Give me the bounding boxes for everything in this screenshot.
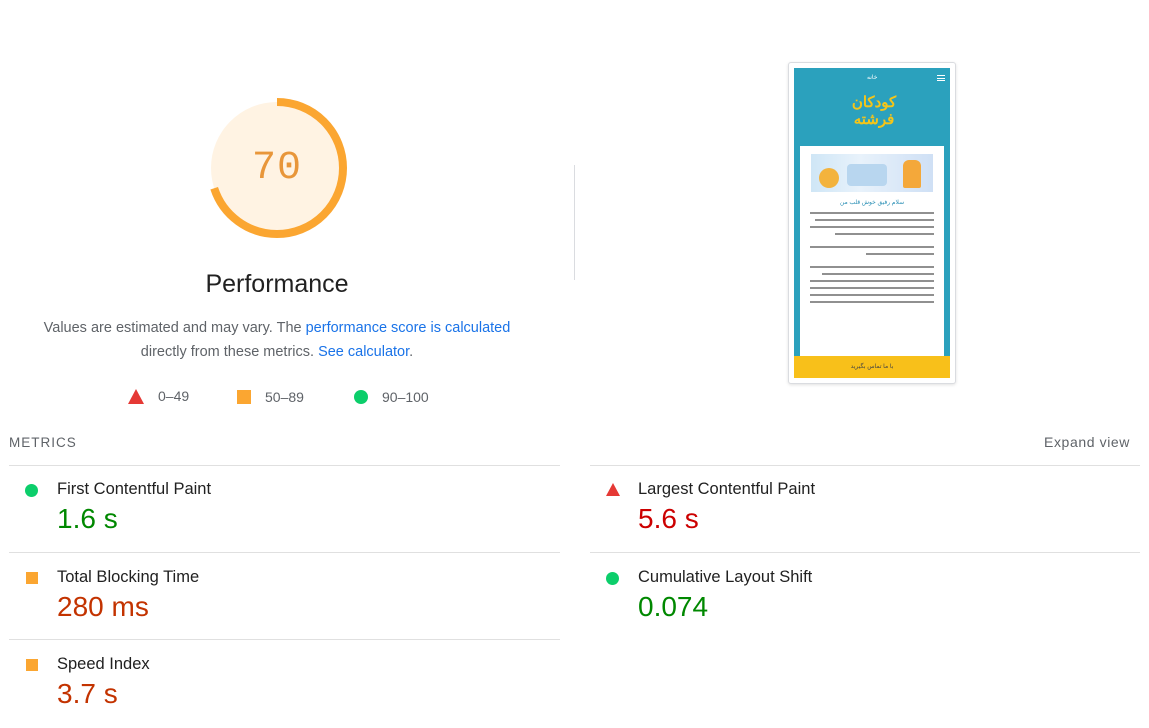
- pass-circle-icon: [606, 572, 619, 585]
- screenshot-home-link: خانه: [867, 75, 878, 81]
- metric-largest-contentful-paint: Largest Contentful Paint 5.6 s: [590, 473, 1130, 553]
- description-text: Values are estimated and may vary. The: [43, 320, 306, 336]
- screenshot-topbar: خانه: [794, 74, 950, 84]
- metric-value: 3.7 s: [57, 678, 118, 709]
- metric-label: Speed Index: [57, 655, 150, 673]
- screenshot-text-lines: [810, 212, 934, 308]
- legend-label: 50–89: [265, 389, 304, 405]
- metrics-divider: [9, 639, 560, 640]
- performance-score: 70: [251, 145, 302, 191]
- fail-triangle-icon: [606, 483, 620, 496]
- see-calculator-link[interactable]: See calculator: [318, 344, 409, 360]
- expand-view-toggle[interactable]: Expand view: [1044, 434, 1130, 450]
- metric-label: Largest Contentful Paint: [638, 480, 816, 498]
- description-text-2: directly from these metrics.: [140, 344, 319, 360]
- metric-cumulative-layout-shift: Cumulative Layout Shift 0.074: [590, 561, 1130, 641]
- metric-value: 0.074: [638, 591, 709, 622]
- average-square-icon: [26, 572, 38, 584]
- description-period: .: [409, 344, 414, 360]
- legend-item-pass: 90–100: [354, 389, 429, 405]
- triangle-icon: [128, 388, 144, 404]
- screenshot-card: سلام رفیق خوش قلب من: [800, 146, 944, 356]
- screenshot-logo: کودکان فرشته: [851, 93, 897, 128]
- vertical-divider: [574, 165, 575, 280]
- performance-gauge: 70: [205, 96, 349, 240]
- metric-label: Cumulative Layout Shift: [638, 568, 813, 586]
- square-icon: [237, 390, 251, 404]
- screenshot-page: خانه کودکان فرشته سلام رفیق خوش قلب من ب…: [794, 68, 950, 378]
- performance-description: Values are estimated and may vary. The p…: [40, 316, 514, 364]
- metric-value: 1.6 s: [57, 503, 118, 534]
- metrics-header: METRICS: [9, 435, 77, 450]
- metric-speed-index: Speed Index 3.7 s: [9, 648, 549, 728]
- metrics-divider: [590, 552, 1140, 553]
- performance-score-link[interactable]: performance score is calculated: [306, 320, 511, 336]
- pass-circle-icon: [25, 484, 38, 497]
- metric-label: Total Blocking Time: [57, 568, 200, 586]
- metric-value: 280 ms: [57, 591, 149, 622]
- final-screenshot[interactable]: خانه کودکان فرشته سلام رفیق خوش قلب من ب…: [788, 62, 956, 384]
- metrics-divider: [9, 465, 560, 466]
- score-legend: 0–49 50–89 90–100: [0, 388, 554, 408]
- metric-label: First Contentful Paint: [57, 480, 212, 498]
- legend-item-fail: 0–49: [128, 388, 189, 404]
- legend-label: 0–49: [158, 388, 190, 404]
- average-square-icon: [26, 659, 38, 671]
- hamburger-menu-icon: [937, 75, 945, 83]
- metric-total-blocking-time: Total Blocking Time 280 ms: [9, 561, 549, 641]
- metrics-divider: [9, 552, 560, 553]
- metric-value: 5.6 s: [638, 503, 699, 534]
- metric-first-contentful-paint: First Contentful Paint 1.6 s: [9, 473, 549, 553]
- circle-icon: [354, 390, 368, 404]
- screenshot-illustration: [811, 154, 933, 192]
- legend-item-average: 50–89: [237, 389, 304, 405]
- legend-label: 90–100: [382, 389, 429, 405]
- metrics-divider: [590, 465, 1140, 466]
- performance-title: Performance: [205, 270, 349, 298]
- screenshot-contact-button: با ما تماس بگیرید: [794, 356, 950, 378]
- screenshot-card-title: سلام رفیق خوش قلب من: [839, 200, 905, 206]
